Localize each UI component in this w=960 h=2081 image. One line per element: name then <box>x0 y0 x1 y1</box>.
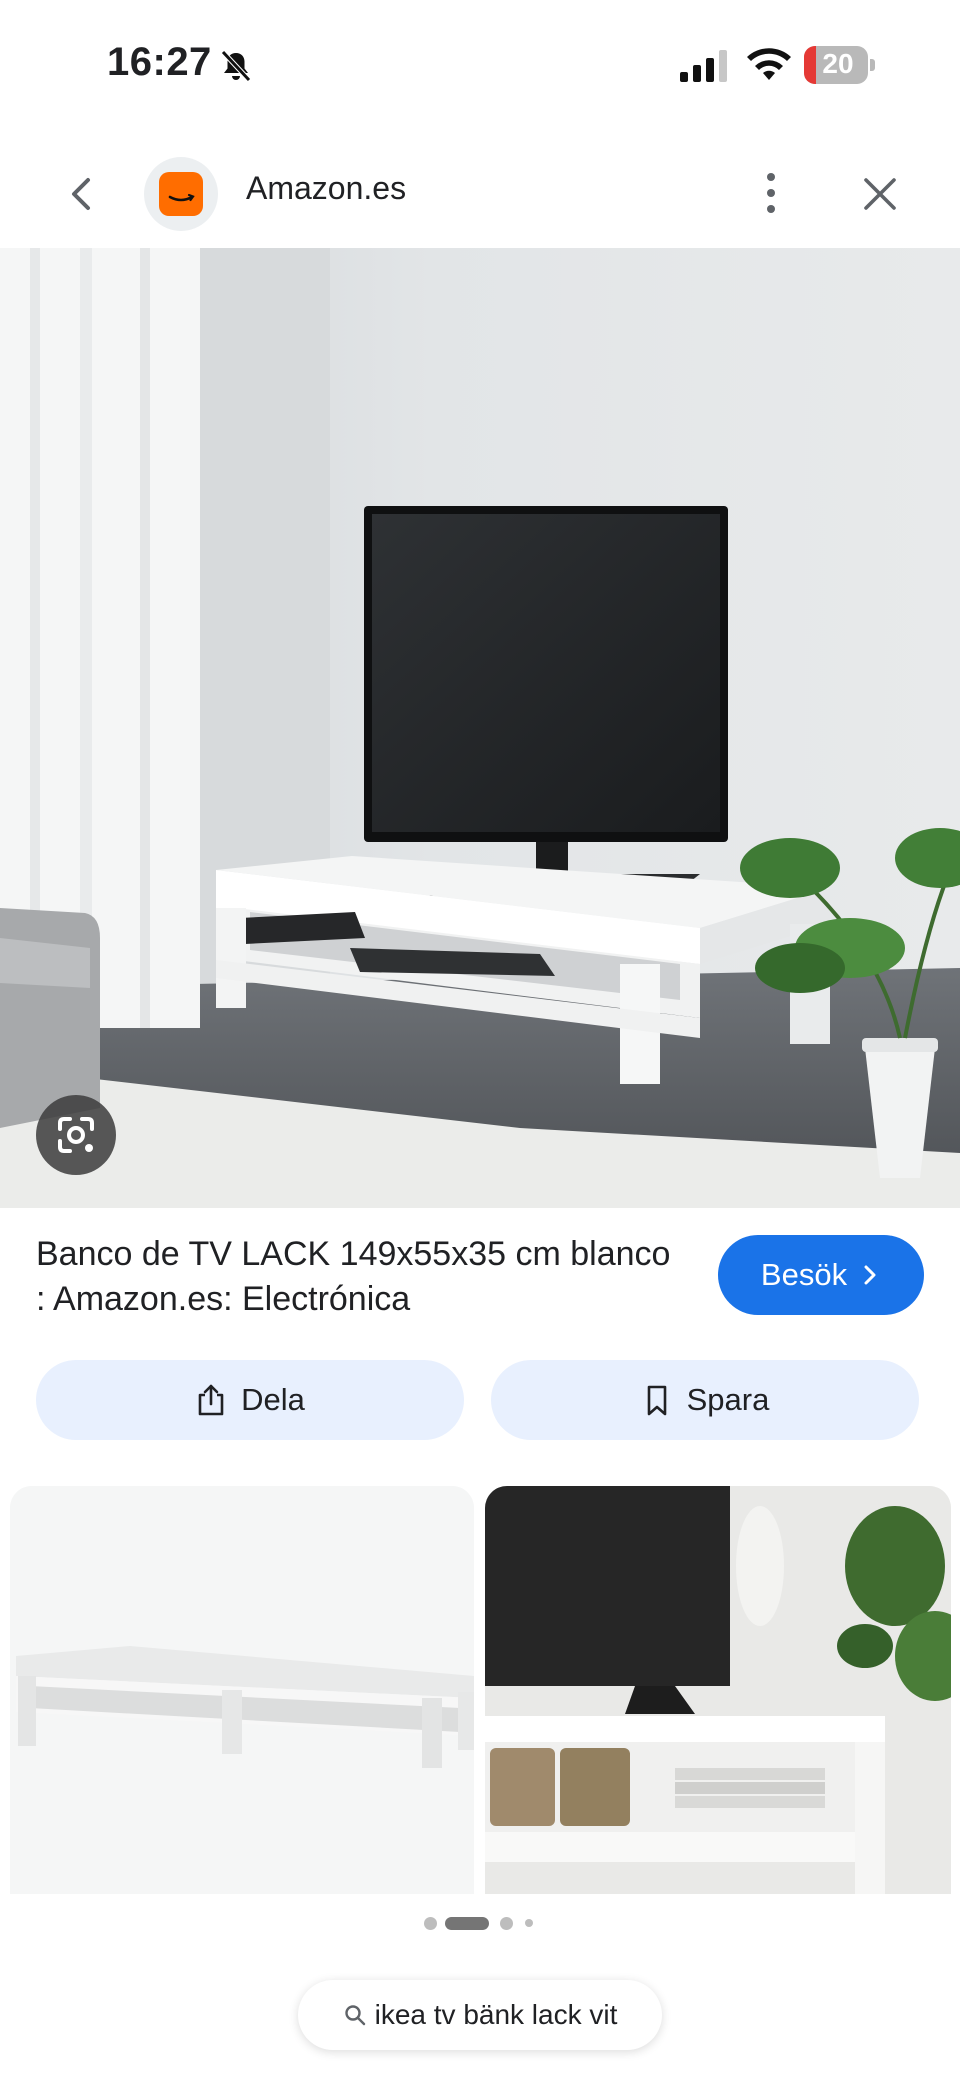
tv-bench-photo <box>0 248 960 1208</box>
search-query-text: ikea tv bänk lack vit <box>374 1999 618 2030</box>
search-icon <box>344 2005 365 2026</box>
close-icon[interactable] <box>860 174 900 214</box>
bookmark-icon <box>647 1385 666 1416</box>
related-image-1[interactable] <box>10 1486 474 1894</box>
visit-button-label: Besök <box>760 1257 848 1292</box>
lens-icon <box>58 1117 94 1153</box>
battery-icon: 20 <box>804 46 878 84</box>
chevron-right-icon <box>864 1265 876 1285</box>
share-button-label: Dela <box>241 1382 305 1417</box>
white-bench-thumbnail <box>10 1486 474 1894</box>
chevron-left-icon[interactable] <box>62 174 102 214</box>
lens-search-button[interactable] <box>36 1095 116 1175</box>
result-title[interactable]: Banco de TV LACK 149x55x35 cm blanco : A… <box>36 1232 676 1322</box>
pager-dot[interactable] <box>500 1917 513 1930</box>
status-time: 16:27 <box>107 40 212 84</box>
product-image[interactable] <box>0 248 960 1208</box>
search-query-chip[interactable]: ikea tv bänk lack vit <box>298 1980 662 2050</box>
site-name[interactable]: Amazon.es <box>246 170 406 207</box>
carousel-pager <box>0 1914 960 1930</box>
amazon-logo <box>144 157 218 231</box>
save-button-label: Spara <box>686 1382 770 1417</box>
pager-dot[interactable] <box>424 1917 437 1930</box>
status-bar: 16:27 20 <box>0 0 960 130</box>
related-image-2[interactable] <box>485 1486 951 1894</box>
pager-dot[interactable] <box>525 1919 533 1927</box>
bench-with-tv-thumbnail <box>485 1486 951 1894</box>
save-button[interactable]: Spara <box>491 1360 919 1440</box>
bell-slash-icon <box>221 50 251 82</box>
visit-button[interactable]: Besök <box>718 1235 924 1315</box>
share-icon <box>198 1384 224 1416</box>
battery-level: 20 <box>822 48 854 79</box>
cellular-signal-icon <box>680 50 727 82</box>
wifi-icon <box>747 48 791 80</box>
pager-dot-active[interactable] <box>445 1917 489 1930</box>
browser-toolbar: Amazon.es <box>0 140 960 248</box>
more-vertical-icon[interactable] <box>756 168 786 218</box>
share-button[interactable]: Dela <box>36 1360 464 1440</box>
